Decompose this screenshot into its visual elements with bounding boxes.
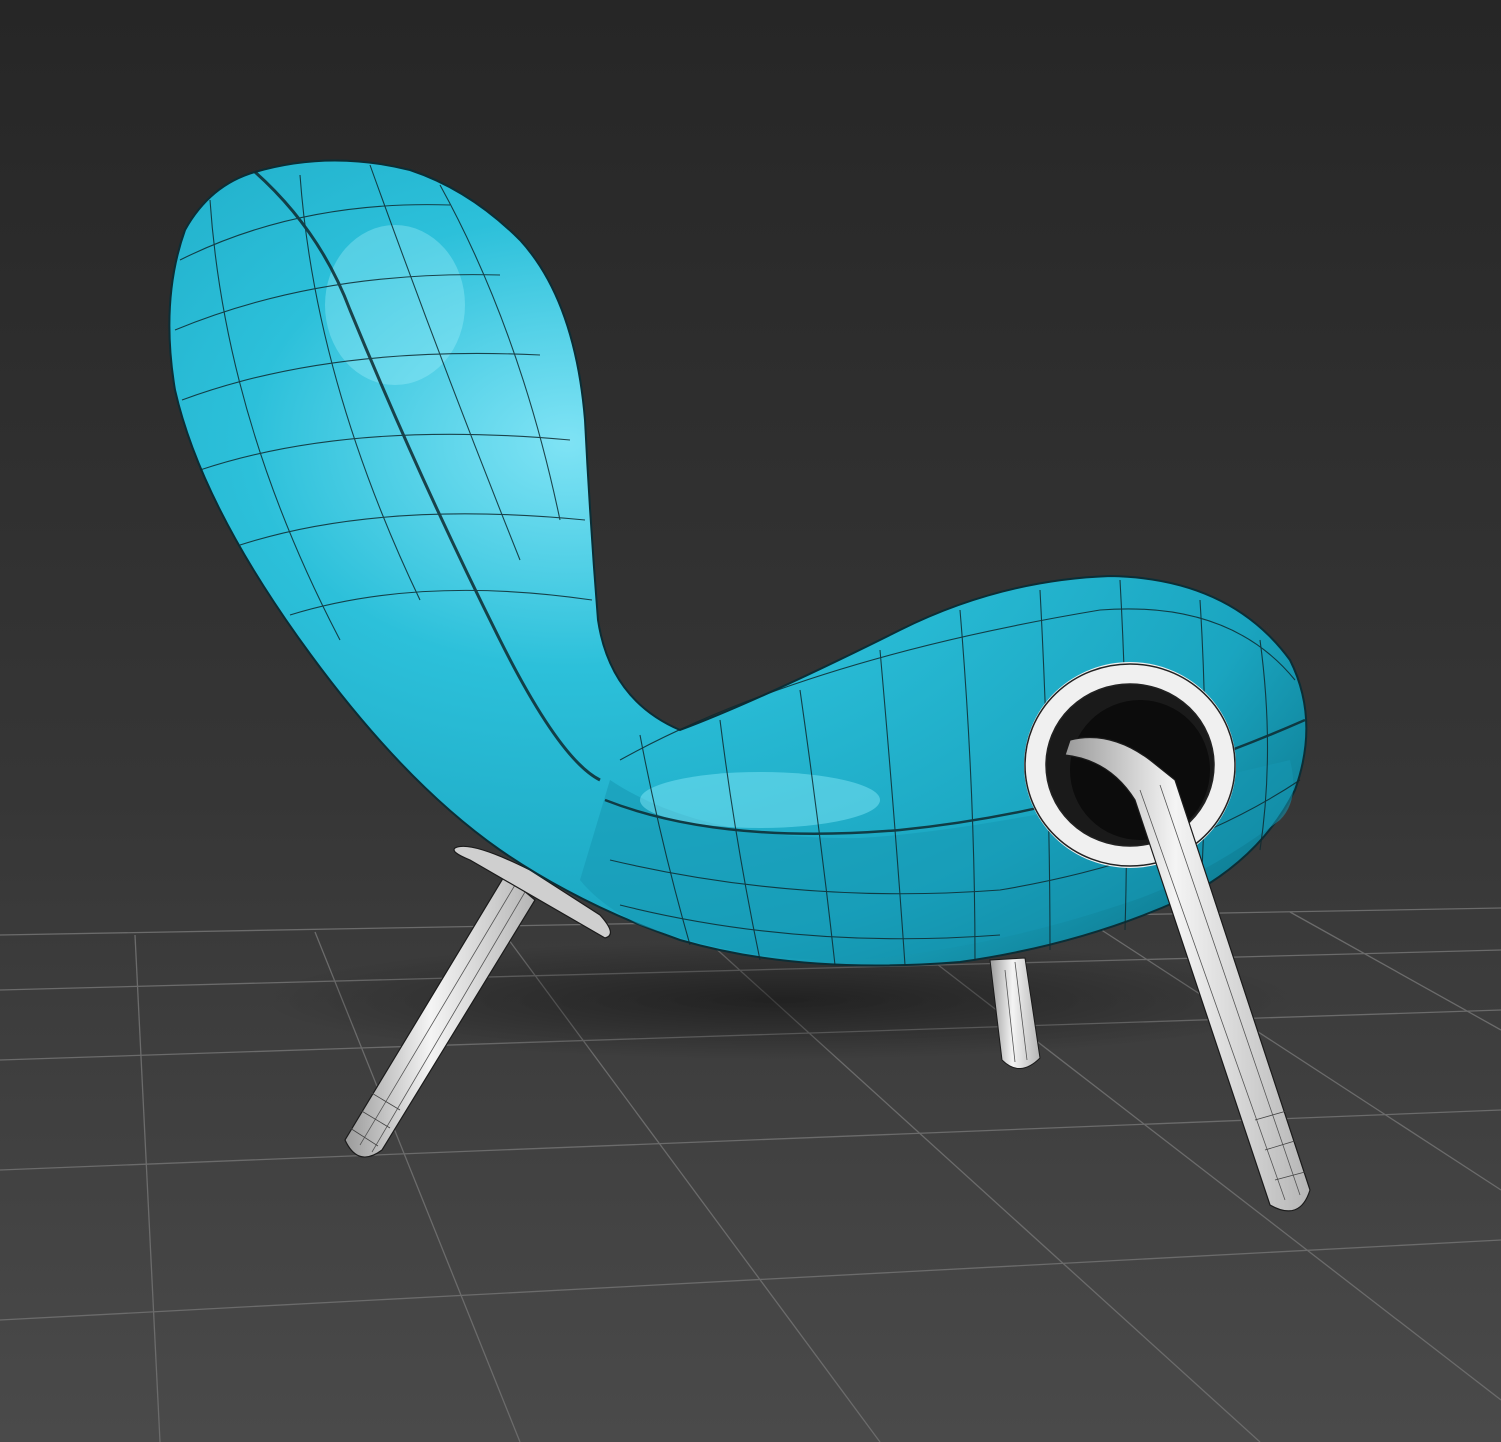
viewport-canvas[interactable] <box>0 0 1501 1442</box>
3d-viewport[interactable] <box>0 0 1501 1442</box>
